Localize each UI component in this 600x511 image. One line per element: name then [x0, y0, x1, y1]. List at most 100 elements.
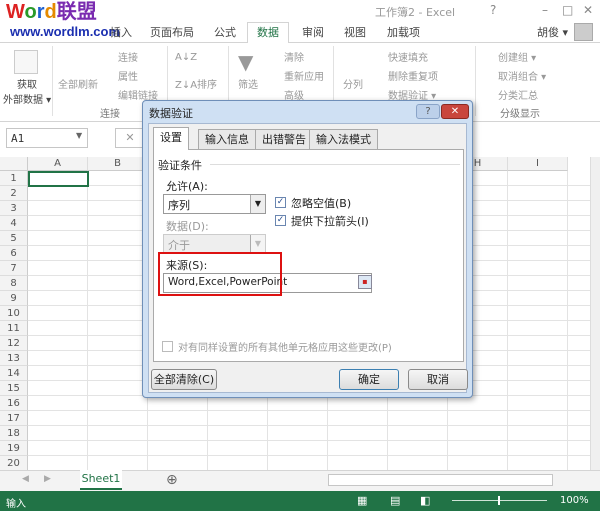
text-to-columns-button[interactable]: 分列 — [343, 76, 363, 91]
row-header-16[interactable]: 16 — [0, 396, 28, 411]
apply-all-checkbox[interactable] — [162, 341, 173, 352]
close-button[interactable]: ✕ — [583, 3, 593, 17]
avatar[interactable] — [574, 23, 593, 41]
column-header-b[interactable]: B — [88, 157, 148, 171]
remove-duplicates-button[interactable]: 删除重复项 — [388, 68, 438, 83]
flash-fill-button[interactable]: 快速填充 — [388, 49, 428, 64]
cancel-button[interactable]: 取消 — [408, 369, 468, 390]
sort-az-icon[interactable]: A↓Z — [175, 52, 197, 63]
row-header-14[interactable]: 14 — [0, 366, 28, 381]
normal-view-icon[interactable]: ▦ — [357, 494, 367, 507]
chevron-down-icon[interactable]: ▼ — [76, 131, 82, 140]
ignore-blank-label[interactable]: 忽略空值(B) — [291, 195, 351, 211]
row-header-2[interactable]: 2 — [0, 186, 28, 201]
subtotal-button[interactable]: 分类汇总 — [498, 87, 538, 102]
group-label-connections: 连接 — [100, 109, 120, 120]
sheet-nav-prev-icon[interactable]: ◀ — [22, 474, 29, 484]
tab-insert[interactable]: 插入 — [110, 24, 132, 40]
dialog-help-button[interactable]: ? — [416, 104, 440, 119]
group-button[interactable]: 创建组 ▾ — [498, 49, 536, 64]
clear-all-button[interactable]: 全部清除(C) — [151, 369, 217, 390]
get-data-icon — [14, 50, 38, 74]
zoom-slider-thumb[interactable] — [498, 496, 500, 505]
user-menu[interactable]: 胡俊 ▾ — [537, 24, 568, 40]
row-header-4[interactable]: 4 — [0, 216, 28, 231]
allow-select[interactable]: 序列 ▼ — [163, 194, 266, 214]
data-validation-dialog: 数据验证 ? ✕ 设置 输入信息 出错警告 输入法模式 验证条件 允许(A): … — [142, 100, 473, 398]
tab-formulas[interactable]: 公式 — [214, 24, 236, 40]
column-header-a[interactable]: A — [28, 157, 88, 171]
row-header-12[interactable]: 12 — [0, 336, 28, 351]
cancel-formula-button[interactable]: ✕ — [115, 128, 145, 148]
clear-filter-button[interactable]: 清除 — [284, 49, 304, 64]
sheet-tab-sheet1[interactable]: Sheet1 — [80, 470, 122, 490]
row-header-6[interactable]: 6 — [0, 246, 28, 261]
in-cell-dropdown-label[interactable]: 提供下拉箭头(I) — [291, 213, 369, 229]
data-label: 数据(D): — [166, 220, 209, 233]
vertical-scrollbar[interactable] — [590, 157, 600, 470]
tab-ime-mode[interactable]: 输入法模式 — [309, 129, 378, 149]
column-header-i[interactable]: I — [508, 157, 568, 171]
help-button[interactable]: ? — [490, 3, 496, 17]
apply-all-label[interactable]: 对有同样设置的所有其他单元格应用这些更改(P) — [178, 339, 392, 354]
tab-data[interactable]: 数据 — [247, 22, 289, 43]
minimize-button[interactable]: – — [542, 3, 548, 17]
maximize-button[interactable]: □ — [562, 3, 573, 17]
tab-page-layout[interactable]: 页面布局 — [150, 24, 194, 40]
dialog-title: 数据验证 — [149, 107, 193, 120]
select-all-corner[interactable] — [0, 157, 28, 171]
gridline — [28, 455, 590, 456]
section-validation-criteria: 验证条件 — [158, 159, 202, 172]
group-label-outline: 分级显示 — [500, 109, 540, 120]
tab-addins[interactable]: 加载项 — [387, 24, 420, 40]
row-header-5[interactable]: 5 — [0, 231, 28, 246]
row-header-11[interactable]: 11 — [0, 321, 28, 336]
tab-settings[interactable]: 设置 — [153, 127, 189, 150]
row-header-8[interactable]: 8 — [0, 276, 28, 291]
ungroup-button[interactable]: 取消组合 ▾ — [498, 68, 546, 83]
watermark-url: www.wordlm.com — [10, 24, 121, 39]
selected-cell-a1[interactable] — [28, 171, 89, 187]
filter-button[interactable]: 筛选 — [238, 76, 258, 91]
sort-button[interactable]: 排序 — [197, 76, 217, 91]
tab-view[interactable]: 视图 — [344, 24, 366, 40]
data-select: 介于 ▼ — [163, 234, 266, 254]
reapply-button[interactable]: 重新应用 — [284, 68, 324, 83]
row-header-15[interactable]: 15 — [0, 381, 28, 396]
page-break-view-icon[interactable]: ◧ — [420, 494, 430, 507]
ok-button[interactable]: 确定 — [339, 369, 399, 390]
get-external-data-button[interactable]: 获取 外部数据 ▾ — [3, 76, 51, 106]
watermark-logo: Word联盟 — [6, 1, 97, 23]
row-header-19[interactable]: 19 — [0, 441, 28, 456]
properties-button[interactable]: 属性 — [118, 68, 138, 83]
status-bar — [0, 491, 600, 511]
row-header-9[interactable]: 9 — [0, 291, 28, 306]
in-cell-dropdown-checkbox[interactable]: ✓ — [275, 215, 286, 226]
sheet-nav-next-icon[interactable]: ▶ — [44, 474, 51, 484]
row-header-17[interactable]: 17 — [0, 411, 28, 426]
row-header-10[interactable]: 10 — [0, 306, 28, 321]
page-layout-view-icon[interactable]: ▤ — [390, 494, 400, 507]
highlight-box — [158, 252, 282, 296]
gridline — [28, 410, 590, 411]
row-header-1[interactable]: 1 — [0, 171, 28, 186]
ignore-blank-checkbox[interactable]: ✓ — [275, 197, 286, 208]
collapse-dialog-icon[interactable]: ▪ — [358, 275, 372, 289]
gridline — [28, 440, 590, 441]
dialog-close-button[interactable]: ✕ — [441, 104, 469, 119]
row-header-3[interactable]: 3 — [0, 201, 28, 216]
row-header-7[interactable]: 7 — [0, 261, 28, 276]
connections-button[interactable]: 连接 — [118, 49, 138, 64]
add-sheet-button[interactable]: ⊕ — [166, 472, 178, 488]
sort-za-icon[interactable]: Z↓A — [175, 80, 197, 91]
row-header-13[interactable]: 13 — [0, 351, 28, 366]
refresh-all-button[interactable]: 全部刷新 — [58, 76, 98, 91]
tab-error-alert[interactable]: 出错警告 — [255, 129, 313, 149]
zoom-level[interactable]: 100% — [560, 495, 589, 506]
horizontal-scrollbar[interactable] — [328, 474, 553, 486]
tab-review[interactable]: 审阅 — [302, 24, 324, 40]
chevron-down-icon[interactable]: ▼ — [250, 195, 265, 213]
tab-input-message[interactable]: 输入信息 — [198, 129, 256, 149]
row-header-18[interactable]: 18 — [0, 426, 28, 441]
row-header-20[interactable]: 20 — [0, 456, 28, 471]
